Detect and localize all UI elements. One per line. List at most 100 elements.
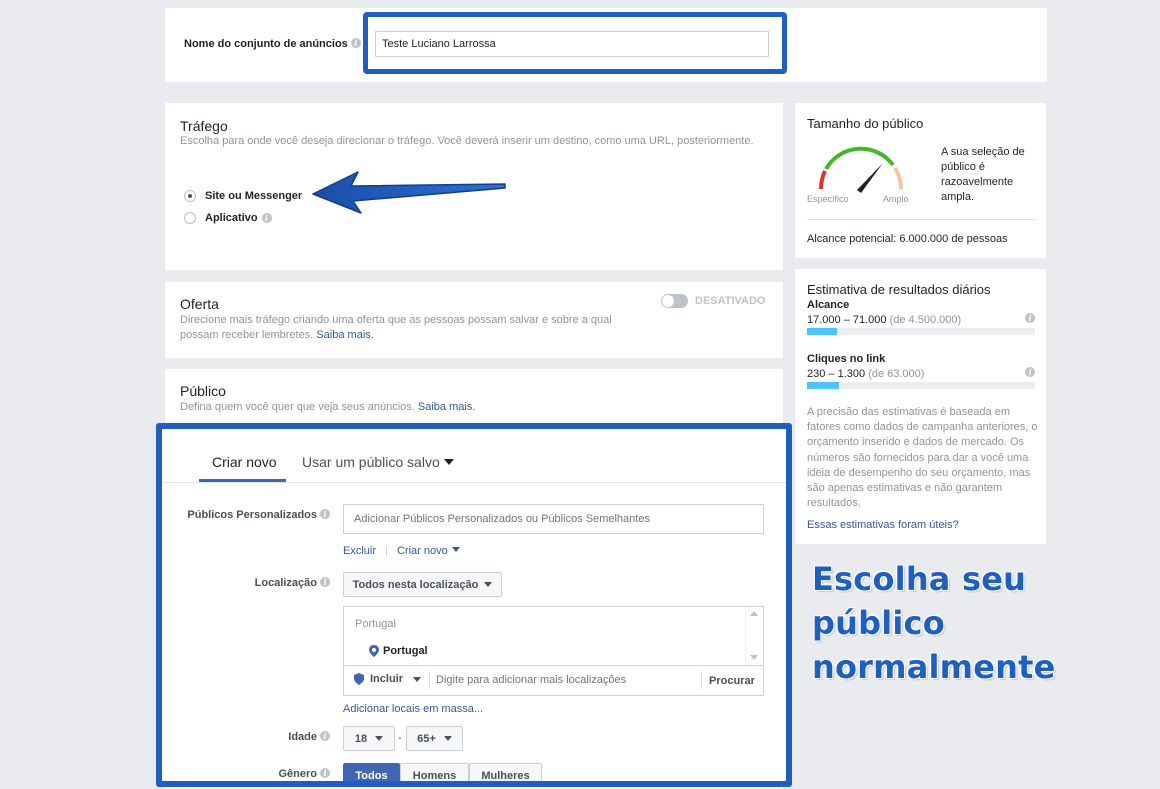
tab-saved-audience[interactable]: Usar um público salvo xyxy=(302,454,454,470)
exclude-link[interactable]: Excluir xyxy=(343,545,376,557)
location-type-dropdown[interactable]: Todos nesta localização xyxy=(343,572,502,597)
daily-estimate-card: Estimativa de resultados diários Alcance… xyxy=(795,269,1046,544)
location-search-input[interactable] xyxy=(436,670,696,690)
offer-description: Direcione mais tráfego criando uma ofert… xyxy=(180,313,640,343)
location-label: Localização i xyxy=(162,577,330,589)
map-pin-icon xyxy=(369,645,379,657)
offer-card: Oferta Direcione mais tráfego criando um… xyxy=(165,282,783,358)
radio-label: Site ou Messenger xyxy=(205,190,303,202)
info-icon[interactable]: i xyxy=(320,577,330,587)
ad-set-name-label: Nome do conjunto de anúncios i xyxy=(184,38,361,50)
link-clicks-value: 230 – 1.300 (de 63.000) xyxy=(807,368,924,380)
audience-size-summary: A sua seleção de público é razoavelmente… xyxy=(941,146,1025,203)
location-selected-name: Portugal xyxy=(383,645,428,657)
reach-bar xyxy=(807,328,1035,335)
info-icon[interactable]: i xyxy=(1025,313,1035,323)
reach-total: (de 4.500.000) xyxy=(889,314,962,326)
divider xyxy=(701,671,702,689)
audience-gauge-icon xyxy=(818,146,903,193)
age-label-text: Idade xyxy=(288,731,317,743)
annotation-line-2: normalmente xyxy=(812,648,1056,686)
chevron-down-icon xyxy=(375,736,384,741)
create-new-link-text: Criar novo xyxy=(397,545,448,557)
annotation-line-1: Escolha seu público xyxy=(812,560,1027,642)
arrow-pointer-icon xyxy=(312,171,506,214)
location-label-text: Localização xyxy=(254,577,317,589)
chevron-down-icon xyxy=(484,582,493,587)
offer-toggle[interactable] xyxy=(661,294,688,308)
location-scrollbar[interactable] xyxy=(745,607,763,665)
audience-size-title: Tamanho do público xyxy=(807,116,924,131)
custom-audiences-label: Públicos Personalizados i xyxy=(162,509,330,521)
ad-set-name-label-text: Nome do conjunto de anúncios xyxy=(184,38,348,50)
gender-women-button[interactable]: Mulheres xyxy=(469,763,542,781)
tab-saved-audience-label: Usar um público salvo xyxy=(302,454,440,470)
audience-editor-highlight: Criar novo Usar um público salvo Público… xyxy=(156,423,792,787)
radio-button[interactable] xyxy=(184,190,196,202)
browse-button[interactable]: Procurar xyxy=(709,675,755,687)
radio-site-messenger[interactable]: Site ou Messenger xyxy=(184,190,302,202)
divider xyxy=(162,482,786,483)
gender-label-text: Gênero xyxy=(278,768,317,780)
audience-size-card: Tamanho do público Específico Amplo A su… xyxy=(795,103,1046,258)
traffic-title: Tráfego xyxy=(180,118,228,134)
offer-title: Oferta xyxy=(180,296,219,312)
age-max-dropdown[interactable]: 65+ xyxy=(406,726,463,751)
tab-create-new[interactable]: Criar novo xyxy=(212,454,277,470)
age-label: Idade i xyxy=(162,731,330,743)
bulk-add-locations-link[interactable]: Adicionar locais em massa... xyxy=(343,703,483,715)
ad-set-name-input[interactable] xyxy=(375,31,769,57)
potential-reach: Alcance potencial: 6.000.000 de pessoas xyxy=(807,233,1008,245)
scroll-up-icon[interactable] xyxy=(750,611,758,616)
estimate-feedback-link[interactable]: Essas estimativas foram úteis? xyxy=(807,519,959,531)
divider xyxy=(344,665,763,666)
daily-estimate-title: Estimativa de resultados diários xyxy=(807,282,991,297)
reach-range: 17.000 – 71.000 xyxy=(807,314,887,326)
reach-value: 17.000 – 71.000 (de 4.500.000) xyxy=(807,314,961,326)
offer-learn-more-link[interactable]: Saiba mais. xyxy=(316,329,373,341)
create-new-link[interactable]: Criar novo xyxy=(397,545,460,557)
offer-toggle-label: DESATIVADO xyxy=(695,295,766,307)
radio-app[interactable]: Aplicativo i xyxy=(184,212,272,224)
audience-learn-more-link[interactable]: Saiba mais. xyxy=(418,401,475,413)
link-clicks-bar xyxy=(807,382,1035,389)
gender-all-button[interactable]: Todos xyxy=(343,763,400,781)
divider xyxy=(807,219,1035,220)
include-label: Incluir xyxy=(370,673,404,685)
gender-men-button[interactable]: Homens xyxy=(400,763,469,781)
info-icon[interactable]: i xyxy=(350,38,361,48)
link-clicks-label: Cliques no link xyxy=(807,353,886,365)
info-icon[interactable]: i xyxy=(320,509,330,519)
estimate-disclaimer: A precisão das estimativas é baseada em … xyxy=(807,406,1038,510)
annotation-text: Escolha seu público normalmente xyxy=(812,557,1160,689)
custom-audiences-actions: Excluir | Criar novo xyxy=(343,545,460,557)
info-icon[interactable]: i xyxy=(261,213,272,223)
link-clicks-total: (de 63.000) xyxy=(868,368,925,380)
age-min-dropdown[interactable]: 18 xyxy=(343,726,395,751)
shield-pin-icon xyxy=(354,673,364,685)
reach-label: Alcance xyxy=(807,299,850,311)
offer-description-text: Direcione mais tráfego criando uma ofert… xyxy=(180,314,612,341)
traffic-card: Tráfego Escolha para onde você deseja di… xyxy=(165,103,783,270)
include-dropdown[interactable]: Incluir xyxy=(354,673,422,685)
radio-label: Aplicativo xyxy=(205,212,258,224)
age-max-value: 65+ xyxy=(417,732,436,745)
custom-audiences-input[interactable] xyxy=(343,504,764,534)
divider xyxy=(429,671,430,689)
location-selected-item[interactable]: Portugal xyxy=(369,645,428,657)
radio-button[interactable] xyxy=(184,212,196,224)
chevron-down-icon xyxy=(443,736,452,741)
chevron-down-icon xyxy=(451,547,460,552)
custom-audiences-label-text: Públicos Personalizados xyxy=(187,509,317,521)
audience-description: Defina quem você quer que veja seus anún… xyxy=(180,400,475,415)
audience-editor: Criar novo Usar um público salvo Público… xyxy=(162,429,786,781)
info-icon[interactable]: i xyxy=(1025,367,1035,377)
info-icon[interactable]: i xyxy=(320,731,330,741)
scroll-down-icon[interactable] xyxy=(750,655,758,660)
location-type-value: Todos nesta localização xyxy=(352,578,479,591)
info-icon[interactable]: i xyxy=(320,768,330,778)
gender-label: Gênero i xyxy=(162,768,330,780)
link-clicks-bar-fill xyxy=(807,382,839,389)
chevron-down-icon xyxy=(443,459,454,465)
audience-description-text: Defina quem você quer que veja seus anún… xyxy=(180,401,415,413)
